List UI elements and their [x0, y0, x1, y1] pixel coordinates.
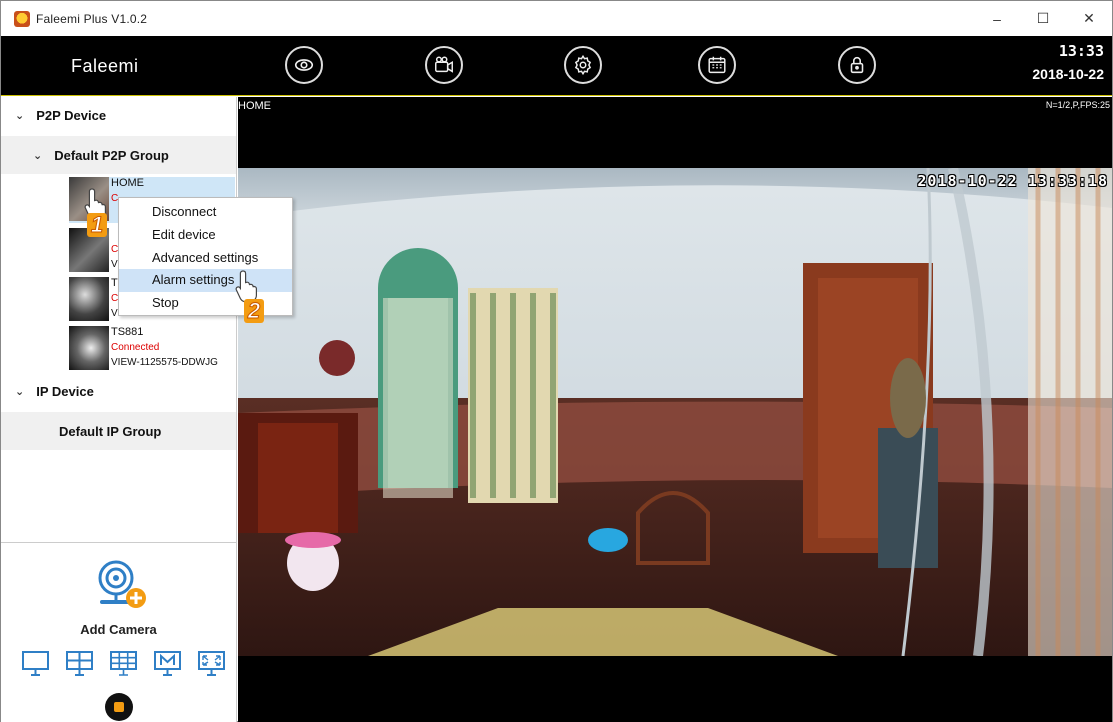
ip-device-label: IP Device	[36, 383, 94, 399]
camera-name: TS881	[111, 326, 144, 338]
title-bar: Faleemi Plus V1.0.2 – ☐ ✕	[1, 1, 1112, 36]
p2p-device-label: P2P Device	[36, 107, 107, 123]
camera-thumbnail	[69, 277, 109, 321]
ip-device-node[interactable]: ⌄ IP Device	[1, 379, 236, 403]
add-camera-icon[interactable]	[94, 556, 154, 616]
video-camera-icon	[435, 56, 453, 73]
stop-square-icon	[114, 702, 124, 712]
window-controls: – ☐ ✕	[974, 1, 1112, 36]
quad-view-icon	[66, 651, 93, 676]
chevron-down-icon: ⌄	[15, 109, 25, 122]
layout-selector	[21, 650, 226, 677]
eye-icon	[294, 59, 314, 71]
default-p2p-group-node[interactable]: ⌄ Default P2P Group	[1, 136, 236, 174]
single-view-icon	[22, 651, 49, 676]
camera-id: VIEW-1125575-DDWJG	[111, 357, 218, 368]
bottom-control-panel: Add Camera	[1, 542, 236, 722]
camera-status: Connected	[111, 342, 160, 353]
schedule-button[interactable]	[698, 46, 736, 84]
menu-item-disconnect[interactable]: Disconnect	[119, 201, 292, 224]
playback-button[interactable]	[425, 46, 463, 84]
video-area[interactable]: HOME N=1/2,P,FPS:25 2018-10-22 13:33:18	[238, 97, 1112, 722]
quad-view-button[interactable]	[65, 650, 94, 677]
menu-item-alarm-settings[interactable]: Alarm settings	[119, 269, 292, 293]
fullscreen-icon	[198, 651, 225, 676]
video-stream-info: N=1/2,P,FPS:25	[1045, 100, 1110, 110]
menu-item-edit-device[interactable]: Edit device	[119, 224, 292, 247]
step-two-badge: 2	[244, 298, 264, 324]
nine-view-icon	[110, 651, 137, 676]
video-channel-label: HOME	[238, 100, 271, 112]
nine-view-button[interactable]	[109, 650, 138, 677]
chevron-down-icon: ⌄	[33, 149, 43, 162]
lock-icon	[850, 56, 864, 74]
clock: 13:33 2018-10-22	[1032, 42, 1104, 82]
video-timestamp-overlay: 2018-10-22 13:33:18	[917, 172, 1108, 190]
calendar-icon	[708, 56, 726, 74]
close-button[interactable]: ✕	[1066, 1, 1112, 36]
app-logo-icon	[14, 10, 30, 27]
default-p2p-group-label: Default P2P Group	[54, 147, 169, 163]
camera-item-ts881[interactable]: TS881 Connected VIEW-1125575-DDWJG	[69, 326, 235, 372]
menu-item-advanced-settings[interactable]: Advanced settings	[119, 247, 292, 270]
camera-context-menu: Disconnect Edit device Advanced settings…	[118, 197, 293, 316]
fullscreen-button[interactable]	[197, 650, 226, 677]
default-ip-group-label: Default IP Group	[59, 423, 162, 439]
top-toolbar: Faleemi 13:33 2018-10-22	[1, 36, 1112, 96]
maximize-button[interactable]: ☐	[1020, 1, 1066, 36]
settings-button[interactable]	[564, 46, 602, 84]
live-video-frame[interactable]: 2018-10-22 13:33:18	[238, 168, 1112, 656]
step-one-badge: 1	[87, 212, 107, 238]
camera-feed-image	[238, 168, 1112, 656]
camera-thumbnail	[69, 326, 109, 370]
default-ip-group-node[interactable]: Default IP Group	[1, 412, 236, 450]
live-view-button[interactable]	[285, 46, 323, 84]
record-button[interactable]	[105, 693, 133, 721]
minimize-button[interactable]: –	[974, 1, 1020, 36]
single-view-button[interactable]	[21, 650, 50, 677]
chevron-down-icon: ⌄	[15, 385, 25, 398]
clock-date: 2018-10-22	[1032, 66, 1104, 82]
mosaic-view-button[interactable]	[153, 650, 182, 677]
menu-item-stop[interactable]: Stop	[119, 292, 292, 315]
gear-icon	[574, 54, 592, 76]
clock-time: 13:33	[1058, 42, 1104, 60]
p2p-device-node[interactable]: ⌄ P2P Device	[1, 103, 236, 127]
faleemi-logo: Faleemi	[71, 56, 139, 76]
app-window: Faleemi Plus V1.0.2 – ☐ ✕ Faleemi 13:33 …	[0, 0, 1113, 722]
camera-name: HOME	[111, 177, 144, 189]
window-title: Faleemi Plus V1.0.2	[36, 11, 148, 26]
add-camera-label[interactable]: Add Camera	[1, 622, 236, 637]
mosaic-view-icon	[154, 651, 181, 676]
lock-button[interactable]	[838, 46, 876, 84]
